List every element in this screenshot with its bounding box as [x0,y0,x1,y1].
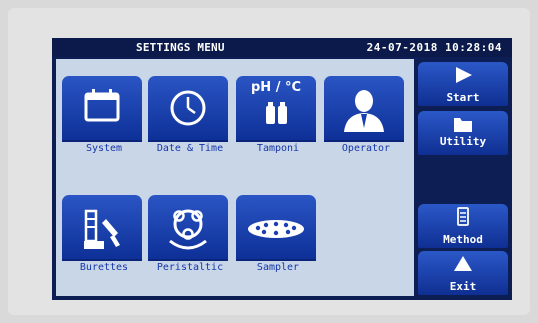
play-icon [456,67,472,83]
tile-tamponi[interactable]: pH / °C Tamponi [236,76,320,158]
tile-burettes[interactable]: Burettes [62,195,146,277]
tile-operator[interactable]: Operator [324,76,408,158]
folder-icon [454,118,472,132]
right-sidebar: Start Utility Method Exit [418,59,508,297]
exit-button[interactable]: Exit [418,251,508,295]
datetime-display: 24-07-2018 10:28:04 [366,41,502,54]
touch-screen: SETTINGS MENU 24-07-2018 10:28:04 System… [52,38,512,300]
tile-peristaltic[interactable]: Peristaltic [148,195,232,277]
tile-label: Burettes [79,262,129,273]
tile-label: Peristaltic [156,262,224,273]
utility-label: Utility [439,135,487,148]
page-title: SETTINGS MENU [136,41,225,54]
tile-label: Sampler [256,262,300,273]
tile-label: System [85,143,123,154]
peristaltic-pump-icon [169,209,207,250]
up-arrow-icon [454,256,472,271]
tile-date-time[interactable]: Date & Time [148,76,232,158]
title-bar: SETTINGS MENU 24-07-2018 10:28:04 [52,38,512,57]
calendar-icon [84,89,120,122]
tile-system[interactable]: System [62,76,146,158]
start-label: Start [446,91,480,104]
method-document-icon [457,207,469,226]
operator-icon [344,90,384,132]
exit-label: Exit [449,280,477,293]
utility-button[interactable]: Utility [418,111,508,155]
sampler-tray-icon [248,220,304,238]
settings-panel: System Date & Time pH / °C Tamponi Opera… [56,59,414,296]
start-button[interactable]: Start [418,62,508,106]
tile-label: Tamponi [256,143,300,154]
method-label: Method [443,233,483,246]
tile-label: Operator [341,143,391,154]
buffer-bottles-icon [266,102,287,124]
method-button[interactable]: Method [418,204,508,248]
tile-sampler[interactable]: Sampler [236,195,320,277]
clock-icon [170,90,206,126]
tile-label: Date & Time [156,143,224,154]
burette-icon [84,209,120,249]
